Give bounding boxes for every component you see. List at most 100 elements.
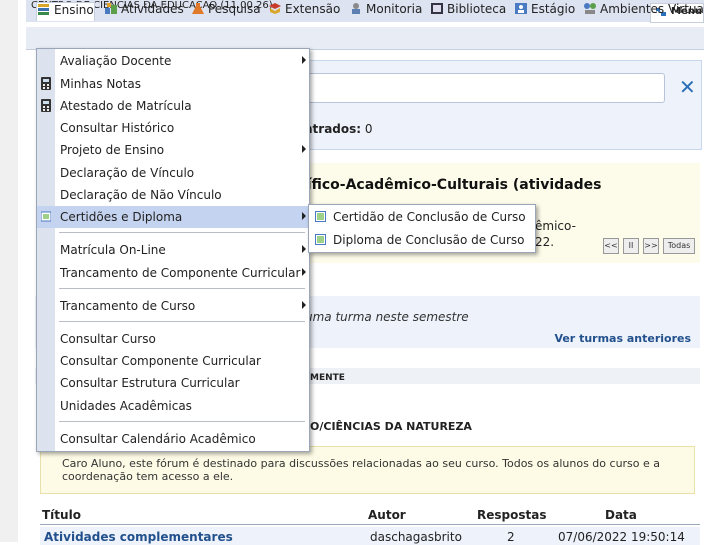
menu-item-label: Consultar Componente Curricular — [60, 354, 261, 368]
col-replies: Respostas — [477, 508, 547, 522]
nav-atividades[interactable]: Atividades — [104, 2, 184, 20]
calculator-icon — [41, 99, 51, 112]
col-title: Título — [42, 508, 81, 522]
submenu-arrow-icon — [302, 145, 306, 153]
nav-pesquisa[interactable]: Pesquisa — [191, 2, 261, 20]
nav-label: Extensão — [285, 2, 341, 16]
menu-item-label: Declaração de Não Vínculo — [60, 188, 222, 202]
certificate-icon — [41, 211, 51, 222]
notice-text: 22. — [535, 235, 555, 249]
results-value: 0 — [364, 122, 373, 136]
forum-message: Caro Aluno, este fórum é destinado para … — [62, 457, 661, 483]
books-icon — [38, 4, 49, 15]
monitor-icon — [352, 3, 360, 14]
nav-extensao[interactable]: Extensão — [268, 2, 340, 20]
menu-item-label: Minhas Notas — [60, 77, 141, 91]
left-gutter — [0, 0, 18, 542]
menu-separator — [59, 288, 305, 289]
certidoes-submenu: Certidão de Conclusão de Curso Diploma d… — [308, 204, 536, 253]
menu-item-matricula-online[interactable]: Matrícula On-Line — [37, 239, 309, 261]
col-author: Autor — [368, 508, 406, 522]
menu-item-consultar-estrutura[interactable]: Consultar Estrutura Curricular — [37, 372, 309, 394]
turmas-message: uma turma neste semestre — [305, 310, 469, 324]
menu-item-label: Unidades Acadêmicas — [60, 399, 192, 413]
submenu-item-diploma-conclusao[interactable]: Diploma de Conclusão de Curso — [309, 229, 535, 251]
nav-label: Atividades — [121, 2, 184, 16]
menu-item-consultar-historico[interactable]: Consultar Histórico — [37, 117, 309, 139]
main-nav — [26, 27, 704, 50]
pager-pause-button[interactable]: II — [623, 238, 639, 254]
menu-separator — [59, 421, 305, 422]
nav-label: Biblioteca — [447, 2, 507, 16]
menu-item-label: Consultar Calendário Acadêmico — [60, 432, 256, 446]
section-title: MENTE — [310, 373, 345, 383]
pager-all-button[interactable]: Todas — [663, 238, 695, 254]
library-icon — [431, 3, 443, 14]
menu-item-label: Trancamento de Componente Curricular — [60, 266, 301, 280]
notice-title: tífico-Acadêmico-Culturais (atividades — [300, 177, 602, 193]
nav-monitoria[interactable]: Monitoria — [349, 2, 422, 20]
search-input[interactable] — [306, 73, 665, 103]
certificate-icon — [315, 211, 326, 222]
results-label: ntrados: — [304, 122, 362, 136]
menu-item-avaliacao-docente[interactable]: Avaliação Docente — [37, 50, 309, 72]
menu-item-label: Consultar Curso — [60, 332, 156, 346]
nav-label: Estágio — [531, 2, 576, 16]
nav-label: Ensino — [54, 3, 94, 17]
col-date: Data — [605, 508, 637, 522]
menu-item-declaracao-vinculo[interactable]: Declaração de Vínculo — [37, 162, 309, 184]
menu-item-declaracao-nao-vinculo[interactable]: Declaração de Não Vínculo — [37, 184, 309, 206]
menu-separator — [59, 321, 305, 322]
submenu-arrow-icon — [302, 56, 306, 64]
nav-ensino[interactable]: Ensino — [36, 2, 95, 21]
nav-label: Monitoria — [366, 2, 423, 16]
menu-item-trancamento-componente[interactable]: Trancamento de Componente Curricular — [37, 262, 309, 284]
menu-item-certidoes-diploma[interactable]: Certidões e Diploma — [37, 206, 309, 228]
menu-item-label: Matrícula On-Line — [60, 243, 166, 257]
submenu-item-certidao-conclusao[interactable]: Certidão de Conclusão de Curso — [309, 206, 535, 228]
nav-estagio[interactable]: Estágio — [514, 2, 575, 20]
nav-label: Ambientes Virtuais — [600, 2, 704, 16]
menu-item-label: Consultar Histórico — [60, 121, 175, 135]
menu-item-label: Trancamento de Curso — [60, 299, 196, 313]
forum-message-box: Caro Aluno, este fórum é destinado para … — [40, 446, 695, 494]
ensino-dropdown-menu: Avaliação Docente Minhas Notas Atestado … — [36, 48, 310, 452]
menu-item-label: Certidões e Diploma — [60, 210, 183, 224]
menu-item-label: Atestado de Matrícula — [60, 99, 192, 113]
submenu-arrow-icon — [302, 301, 306, 309]
forum-section-title: O/CIÊNCIAS DA NATUREZA — [310, 420, 472, 433]
menu-item-label: Avaliação Docente — [60, 54, 172, 68]
table-row: Atividades complementares daschagasbrito… — [40, 527, 700, 545]
menu-item-label: Projeto de Ensino — [60, 143, 165, 157]
menu-item-consultar-calendario[interactable]: Consultar Calendário Acadêmico — [37, 428, 309, 450]
virtual-env-icon — [584, 3, 596, 14]
flask-icon — [192, 3, 204, 14]
menu-item-label: Declaração de Vínculo — [60, 166, 195, 180]
menu-item-atestado-matricula[interactable]: Atestado de Matrícula — [37, 95, 309, 117]
calculator-icon — [41, 77, 51, 90]
extension-icon — [269, 3, 281, 14]
results-count: ntrados: 0 — [304, 122, 373, 136]
close-icon[interactable]: ✕ — [679, 75, 696, 99]
menu-item-consultar-curso[interactable]: Consultar Curso — [37, 328, 309, 350]
menu-item-trancamento-curso[interactable]: Trancamento de Curso — [37, 295, 309, 317]
menu-item-projeto-ensino[interactable]: Projeto de Ensino — [37, 139, 309, 161]
menu-separator — [59, 232, 305, 233]
activities-icon — [105, 3, 117, 14]
pager-prev-button[interactable]: << — [603, 238, 619, 254]
previous-classes-link[interactable]: Ver turmas anteriores — [554, 332, 691, 345]
nav-ambientes-virtuais[interactable]: Ambientes Virtuais — [583, 2, 704, 20]
submenu-item-label: Diploma de Conclusão de Curso — [333, 233, 525, 247]
pager-next-button[interactable]: >> — [643, 238, 659, 254]
internship-icon — [515, 3, 527, 14]
submenu-arrow-icon — [302, 212, 306, 220]
menu-item-label: Consultar Estrutura Curricular — [60, 376, 240, 390]
nav-biblioteca[interactable]: Biblioteca — [430, 2, 506, 20]
nav-label: Pesquisa — [208, 2, 261, 16]
submenu-arrow-icon — [302, 245, 306, 253]
forum-table-header: Título Autor Respostas Data — [40, 506, 700, 525]
menu-item-minhas-notas[interactable]: Minhas Notas — [37, 73, 309, 95]
submenu-item-label: Certidão de Conclusão de Curso — [333, 210, 526, 224]
menu-item-consultar-componente[interactable]: Consultar Componente Curricular — [37, 350, 309, 372]
menu-item-unidades-academicas[interactable]: Unidades Acadêmicas — [37, 395, 309, 417]
